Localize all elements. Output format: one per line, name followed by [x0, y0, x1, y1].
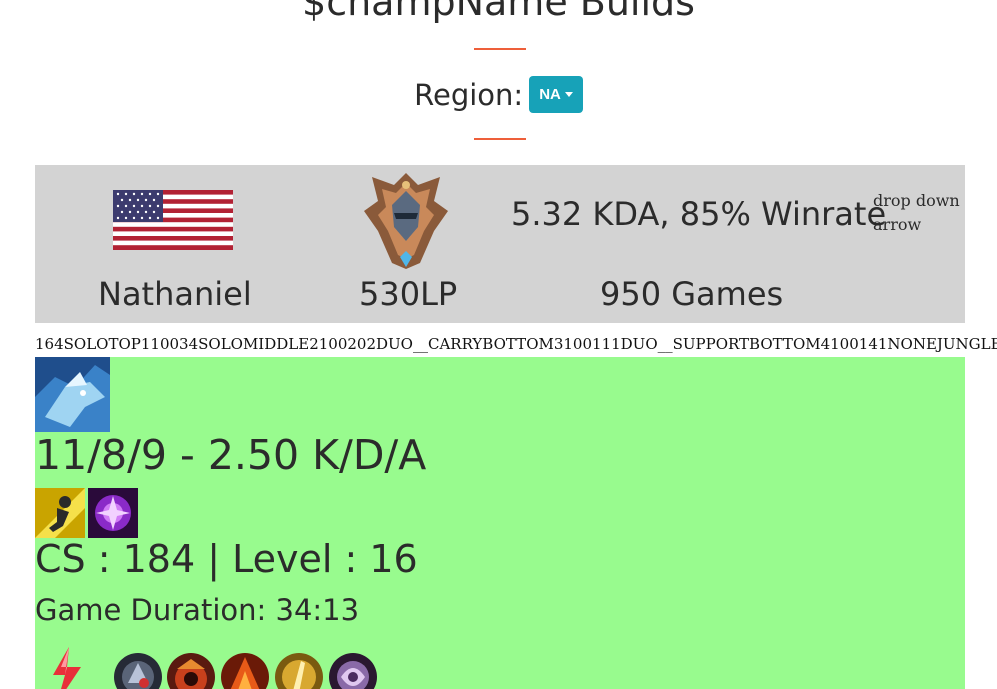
- item-3-icon: [221, 653, 269, 689]
- title-divider-bottom: [474, 138, 526, 140]
- chevron-down-icon: [564, 92, 573, 97]
- region-dropdown-button[interactable]: NA: [529, 76, 583, 113]
- item-5-icon: [329, 653, 377, 689]
- region-label: Region:: [414, 77, 524, 112]
- item-1-icon: [114, 653, 162, 689]
- game-duration: Game Duration: 34:13: [35, 593, 360, 627]
- kda-winrate-text: 5.32 KDA, 85% Winrate: [511, 195, 887, 233]
- drop-down-arrow-placeholder[interactable]: drop down arrow: [873, 189, 965, 237]
- player-summary-card: 5.32 KDA, 85% Winrate drop down arrow Na…: [35, 165, 965, 323]
- flash-spell-icon: [35, 488, 85, 538]
- red-rune-icon: [53, 647, 81, 689]
- item-4-icon: [275, 653, 323, 689]
- match-card[interactable]: 11/8/9 - 2.50 K/D/A CS : 184 | Level : 1…: [35, 357, 965, 689]
- us-flag-icon: [113, 190, 233, 250]
- champion-portrait-icon: [35, 357, 110, 432]
- player-name: Nathaniel: [98, 275, 252, 313]
- item-2-icon: [167, 653, 215, 689]
- challenger-rank-icon: [364, 173, 448, 269]
- league-points: 530LP: [359, 275, 458, 313]
- page-title: $champName Builds: [302, 0, 695, 24]
- region-selector: Region: NA: [0, 76, 997, 113]
- games-count: 950 Games: [600, 275, 784, 313]
- smite-spell-icon: [88, 488, 138, 538]
- match-kda: 11/8/9 - 2.50 K/D/A: [35, 431, 427, 479]
- title-divider-top: [474, 48, 526, 50]
- raw-match-data-text: 164SOLOTOP110034SOLOMIDDLE2100202DUO__CA…: [35, 335, 997, 353]
- cs-level-text: CS : 184 | Level : 16: [35, 537, 418, 581]
- region-value: NA: [539, 86, 561, 103]
